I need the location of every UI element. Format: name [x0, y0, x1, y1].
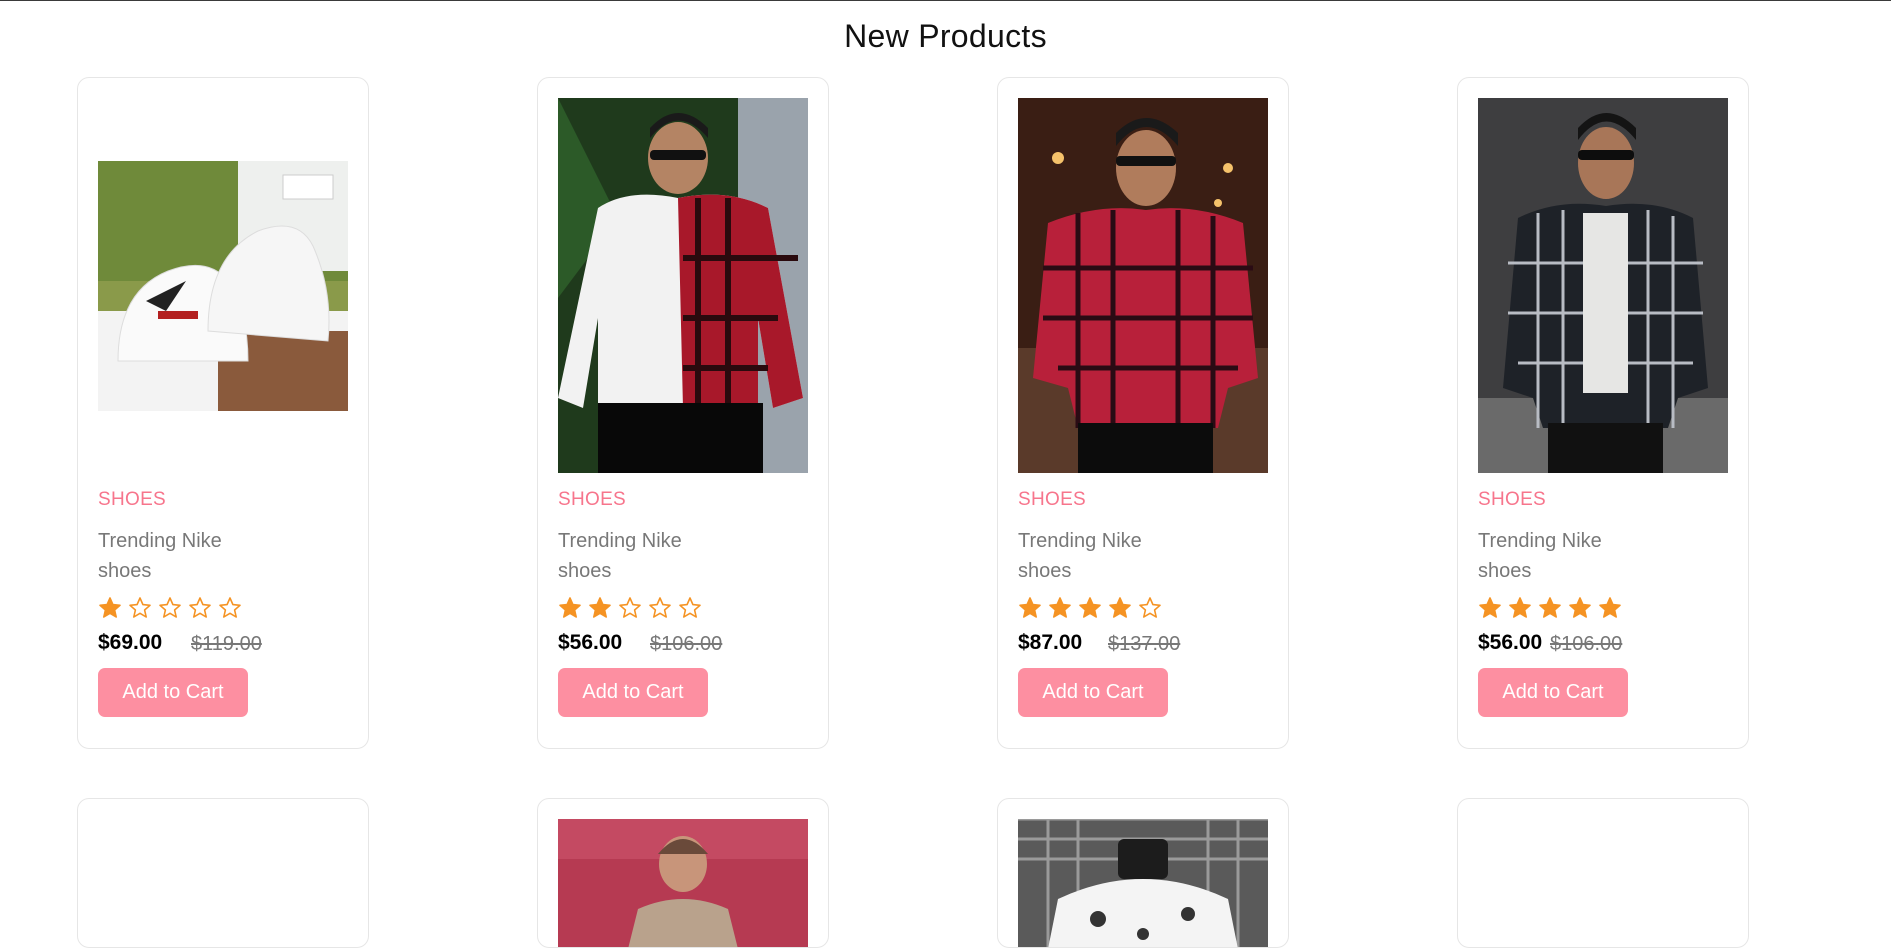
star-rating [1018, 596, 1162, 620]
star-outline-icon [129, 597, 151, 618]
product-name[interactable]: Trending Nike shoes [98, 526, 248, 586]
star-outline-icon [189, 597, 211, 618]
star-filled-icon [1079, 597, 1101, 618]
add-to-cart-button[interactable]: Add to Cart [558, 668, 708, 717]
white-sneakers-photo [98, 160, 348, 411]
product-category[interactable]: SHOES [1478, 489, 1546, 511]
product-card[interactable] [997, 798, 1289, 948]
product-price: $56.00 [558, 631, 623, 654]
product-image[interactable] [1018, 819, 1268, 947]
star-filled-icon [1569, 597, 1591, 618]
product-name[interactable]: Trending Nike shoes [558, 526, 708, 586]
man-red-plaid-shirt-photo [1018, 98, 1268, 473]
star-filled-icon [589, 597, 611, 618]
star-filled-icon [99, 597, 121, 618]
top-border [0, 0, 1891, 1]
star-outline-icon [679, 597, 701, 618]
star-filled-icon [1109, 597, 1131, 618]
product-card[interactable]: SHOES Trending Nike shoes $56.00 $106.00… [1457, 77, 1749, 749]
product-image[interactable] [1018, 98, 1268, 473]
white-floral-shirt-photo [1018, 819, 1268, 947]
add-to-cart-button[interactable]: Add to Cart [1478, 668, 1628, 717]
product-image[interactable] [98, 98, 348, 473]
star-outline-icon [649, 597, 671, 618]
product-card[interactable]: SHOES Trending Nike shoes $56.00 $106.00… [537, 77, 829, 749]
product-old-price: $137.00 [1108, 633, 1181, 655]
star-filled-icon [1019, 597, 1041, 618]
product-price: $56.00 [1478, 631, 1543, 654]
star-filled-icon [1599, 597, 1621, 618]
star-outline-icon [159, 597, 181, 618]
product-name[interactable]: Trending Nike shoes [1478, 526, 1628, 586]
star-filled-icon [1049, 597, 1071, 618]
star-rating [98, 596, 242, 620]
star-rating [1478, 596, 1622, 620]
product-price: $87.00 [1018, 631, 1083, 654]
product-card[interactable] [537, 798, 829, 948]
product-price: $69.00 [98, 631, 163, 654]
product-image[interactable] [558, 819, 808, 947]
star-filled-icon [1539, 597, 1561, 618]
star-filled-icon [559, 597, 581, 618]
man-half-white-half-plaid-shirt-photo [558, 98, 808, 473]
star-filled-icon [1509, 597, 1531, 618]
man-black-plaid-shirt-photo [1478, 98, 1728, 473]
product-category[interactable]: SHOES [98, 489, 166, 511]
product-card[interactable] [77, 798, 369, 948]
product-category[interactable]: SHOES [1018, 489, 1086, 511]
product-image[interactable] [1478, 98, 1728, 473]
product-card[interactable]: SHOES Trending Nike shoes $87.00 $137.00… [997, 77, 1289, 749]
section-title: New Products [844, 18, 1047, 54]
star-rating [558, 596, 702, 620]
woman-traditional-dress-photo [558, 819, 808, 947]
star-outline-icon [1139, 597, 1161, 618]
product-category[interactable]: SHOES [558, 489, 626, 511]
product-old-price: $106.00 [650, 633, 723, 655]
product-name[interactable]: Trending Nike shoes [1018, 526, 1168, 586]
product-image[interactable] [558, 98, 808, 473]
star-filled-icon [1479, 597, 1501, 618]
add-to-cart-button[interactable]: Add to Cart [1018, 668, 1168, 717]
star-outline-icon [219, 597, 241, 618]
product-card[interactable] [1457, 798, 1749, 948]
product-old-price: $119.00 [191, 633, 262, 655]
product-old-price: $106.00 [1550, 633, 1623, 655]
product-card[interactable]: SHOES Trending Nike shoes $69.00 $119.00… [77, 77, 369, 749]
star-outline-icon [619, 597, 641, 618]
add-to-cart-button[interactable]: Add to Cart [98, 668, 248, 717]
